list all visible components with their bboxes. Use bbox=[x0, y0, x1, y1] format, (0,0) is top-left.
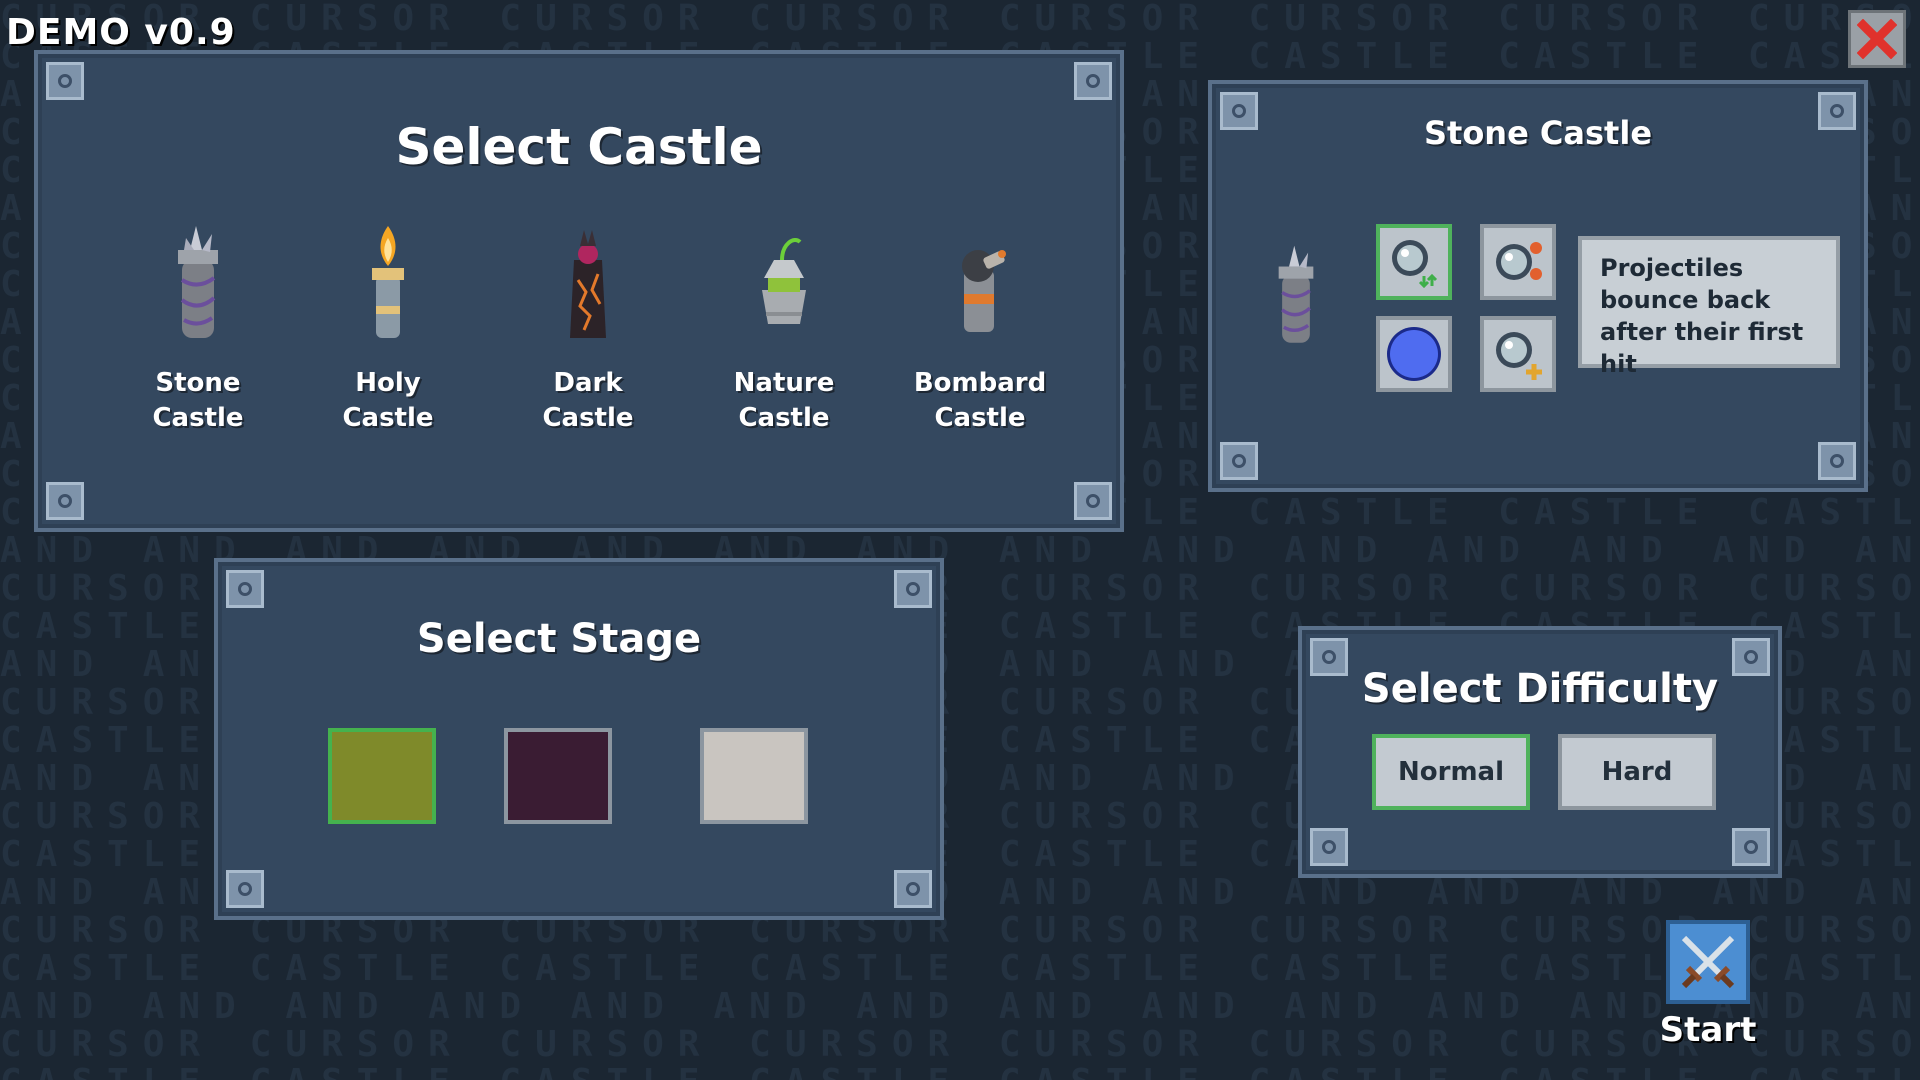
bombard-castle-icon bbox=[962, 250, 1006, 332]
castle-details-title: Stone Castle bbox=[1423, 114, 1653, 152]
castle-panel-title: Select Castle bbox=[395, 118, 763, 176]
stage-option-grass[interactable] bbox=[328, 728, 436, 824]
stage-option-dark[interactable] bbox=[504, 728, 612, 824]
castle-label-stone: Stone Castle bbox=[152, 368, 244, 433]
castle-select-panel: Select Castle Stone Castle Holy Castle D… bbox=[34, 50, 1124, 532]
start-button[interactable] bbox=[1666, 920, 1750, 1004]
castle-label-dark: Dark Castle bbox=[542, 368, 634, 433]
watermark-row: CURSOR CURSOR CURSOR CURSOR CURSOR CURSO… bbox=[0, 1024, 1920, 1065]
castle-option-nature[interactable]: Nature Castle bbox=[704, 220, 864, 436]
corner-ornament bbox=[1310, 828, 1348, 866]
corner-ornament bbox=[1074, 482, 1112, 520]
stone-castle-icon bbox=[178, 226, 218, 338]
skill-orb-plus-button[interactable] bbox=[1480, 316, 1556, 392]
difficulty-normal-button[interactable]: Normal bbox=[1372, 734, 1530, 810]
skill-bounce-button[interactable] bbox=[1376, 224, 1452, 300]
corner-ornament bbox=[1220, 442, 1258, 480]
nature-castle-icon bbox=[762, 238, 806, 324]
castle-option-dark[interactable]: Dark Castle bbox=[508, 220, 668, 436]
skill-multi-button[interactable] bbox=[1480, 224, 1556, 300]
close-icon bbox=[1857, 19, 1897, 59]
start-label: Start bbox=[1659, 1010, 1757, 1050]
difficulty-panel-title: Select Difficulty bbox=[1361, 666, 1719, 712]
bounce-orb-icon bbox=[1392, 240, 1438, 289]
blue-orb-icon bbox=[1387, 327, 1441, 381]
corner-ornament bbox=[46, 62, 84, 100]
watermark-row: CASTLE CASTLE CASTLE CASTLE CASTLE CASTL… bbox=[0, 948, 1920, 989]
multi-orb-icon bbox=[1496, 242, 1542, 280]
corner-ornament bbox=[226, 870, 264, 908]
watermark-row: CURSOR CURSOR CURSOR CURSOR CURSOR CURSO… bbox=[0, 0, 1920, 39]
skill-blue-orb-button[interactable] bbox=[1376, 316, 1452, 392]
version-label: DEMO v0.9 bbox=[6, 12, 236, 53]
castle-option-stone[interactable]: Stone Castle bbox=[118, 220, 278, 436]
holy-castle-icon bbox=[372, 226, 404, 338]
orb-plus-icon bbox=[1496, 332, 1542, 380]
skill-description: Projectiles bounce back after their firs… bbox=[1578, 236, 1840, 378]
castle-option-holy[interactable]: Holy Castle bbox=[308, 220, 468, 436]
watermark-row: CASTLE CASTLE CASTLE CASTLE CASTLE CASTL… bbox=[0, 1064, 1920, 1080]
castle-label-nature: Nature Castle bbox=[733, 368, 835, 433]
crossed-swords-icon bbox=[1681, 935, 1735, 989]
corner-ornament bbox=[226, 570, 264, 608]
castle-label-bombard: Bombard Castle bbox=[913, 368, 1047, 433]
corner-ornament bbox=[1818, 442, 1856, 480]
corner-ornament bbox=[894, 570, 932, 608]
corner-ornament bbox=[1074, 62, 1112, 100]
watermark-row: AND AND AND AND AND AND AND AND AND AND … bbox=[0, 986, 1920, 1027]
castle-label-holy: Holy Castle bbox=[342, 368, 434, 433]
corner-ornament bbox=[894, 870, 932, 908]
stage-panel-title: Select Stage bbox=[416, 616, 702, 662]
corner-ornament bbox=[1732, 828, 1770, 866]
dark-castle-icon bbox=[570, 230, 606, 338]
corner-ornament bbox=[46, 482, 84, 520]
close-button[interactable] bbox=[1848, 10, 1906, 68]
difficulty-hard-button[interactable]: Hard bbox=[1558, 734, 1716, 810]
castle-option-bombard[interactable]: Bombard Castle bbox=[900, 220, 1060, 436]
stone-castle-preview-icon bbox=[1278, 245, 1314, 343]
stage-option-snow[interactable] bbox=[700, 728, 808, 824]
